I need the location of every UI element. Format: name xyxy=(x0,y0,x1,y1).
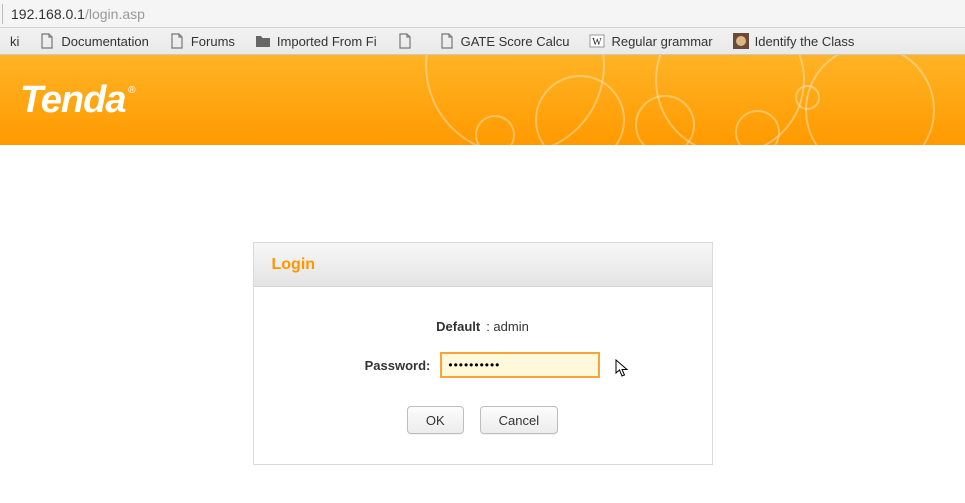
bookmarks-bar: ki Documentation Forums Imported From Fi… xyxy=(0,28,965,55)
decorative-bubbles xyxy=(405,55,965,145)
login-title-bar: Login xyxy=(254,243,712,287)
bookmark-label: Documentation xyxy=(61,34,148,49)
bookmark-label: Regular grammar xyxy=(611,34,712,49)
bookmark-ki[interactable]: ki xyxy=(2,31,27,52)
folder-icon xyxy=(255,33,271,49)
bookmark-regular-grammar[interactable]: W Regular grammar xyxy=(581,30,720,52)
bookmark-forums[interactable]: Forums xyxy=(161,30,243,52)
favicon-icon xyxy=(733,33,749,49)
bookmark-empty[interactable] xyxy=(389,30,427,52)
cancel-button[interactable]: Cancel xyxy=(480,406,558,434)
bookmark-label: ki xyxy=(10,34,19,49)
header-banner: Tenda ® xyxy=(0,55,965,145)
brand-logo: Tenda ® xyxy=(20,79,126,122)
login-body: Default : admin Password: OK Cancel xyxy=(254,287,712,464)
default-label: Default xyxy=(436,319,480,334)
url-host[interactable]: 192.168.0.1 xyxy=(11,6,85,22)
brand-name: Tenda xyxy=(20,79,126,121)
url-path[interactable]: /login.asp xyxy=(85,6,145,22)
page-icon xyxy=(39,33,55,49)
bookmark-label: GATE Score Calcu xyxy=(461,34,570,49)
password-input[interactable] xyxy=(440,352,600,378)
addr-divider xyxy=(2,4,3,24)
wikipedia-icon: W xyxy=(589,33,605,49)
bookmark-documentation[interactable]: Documentation xyxy=(31,30,156,52)
default-row: Default : admin xyxy=(274,319,692,334)
address-bar: 192.168.0.1 /login.asp xyxy=(0,0,965,28)
login-title: Login xyxy=(272,256,316,274)
default-value: : admin xyxy=(486,319,529,334)
login-panel: Login Default : admin Password: OK Cance… xyxy=(253,242,713,465)
page-icon xyxy=(439,33,455,49)
registered-icon: ® xyxy=(128,85,135,96)
page-icon xyxy=(169,33,185,49)
svg-text:W: W xyxy=(593,37,603,48)
bookmark-identify-class[interactable]: Identify the Class xyxy=(725,30,863,52)
bookmark-label: Identify the Class xyxy=(755,34,855,49)
button-row: OK Cancel xyxy=(274,406,692,434)
bookmark-imported-folder[interactable]: Imported From Fi xyxy=(247,30,385,52)
bookmark-label: Imported From Fi xyxy=(277,34,377,49)
bookmark-gate-score[interactable]: GATE Score Calcu xyxy=(431,30,578,52)
password-label: Password: xyxy=(365,358,431,373)
ok-button[interactable]: OK xyxy=(407,406,464,434)
login-container: Login Default : admin Password: OK Cance… xyxy=(0,145,965,465)
bookmark-label: Forums xyxy=(191,34,235,49)
page-icon xyxy=(397,33,413,49)
password-row: Password: xyxy=(274,352,692,378)
